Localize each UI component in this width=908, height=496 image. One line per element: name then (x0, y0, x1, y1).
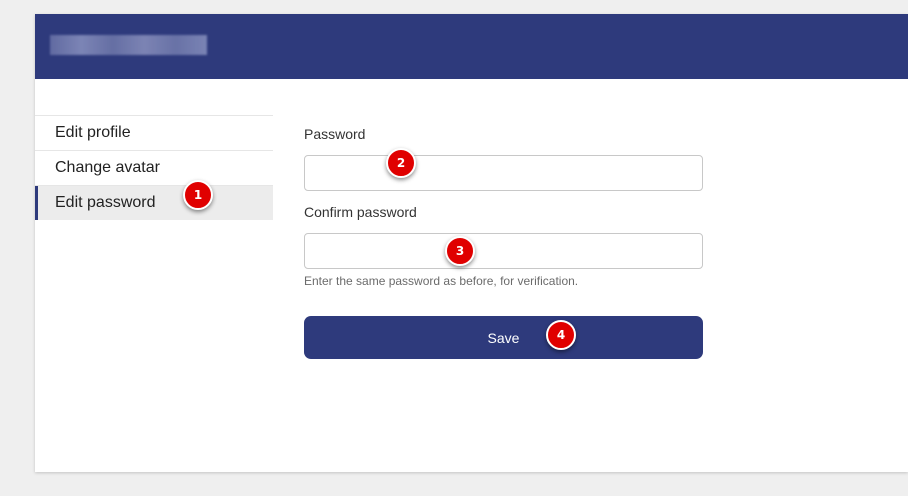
annotation-badge-4: 4 (546, 320, 576, 350)
confirm-password-label: Confirm password (304, 204, 417, 220)
settings-sidebar: Edit profile Change avatar Edit password (35, 115, 273, 220)
annotation-badge-1: 1 (183, 180, 213, 210)
sidebar-item-edit-password[interactable]: Edit password (35, 186, 273, 220)
confirm-password-help: Enter the same password as before, for v… (304, 274, 579, 288)
password-field[interactable] (304, 155, 703, 191)
password-form: Password Confirm password Enter the same… (304, 125, 704, 359)
save-button[interactable]: Save (304, 316, 703, 359)
sidebar-item-change-avatar[interactable]: Change avatar (35, 151, 273, 186)
sidebar-item-edit-profile[interactable]: Edit profile (35, 116, 273, 151)
app-header (35, 14, 908, 79)
password-label: Password (304, 126, 366, 142)
confirm-password-field[interactable] (304, 233, 703, 269)
annotation-badge-2: 2 (386, 148, 416, 178)
blurred-site-title (50, 35, 207, 55)
annotation-badge-3: 3 (445, 236, 475, 266)
